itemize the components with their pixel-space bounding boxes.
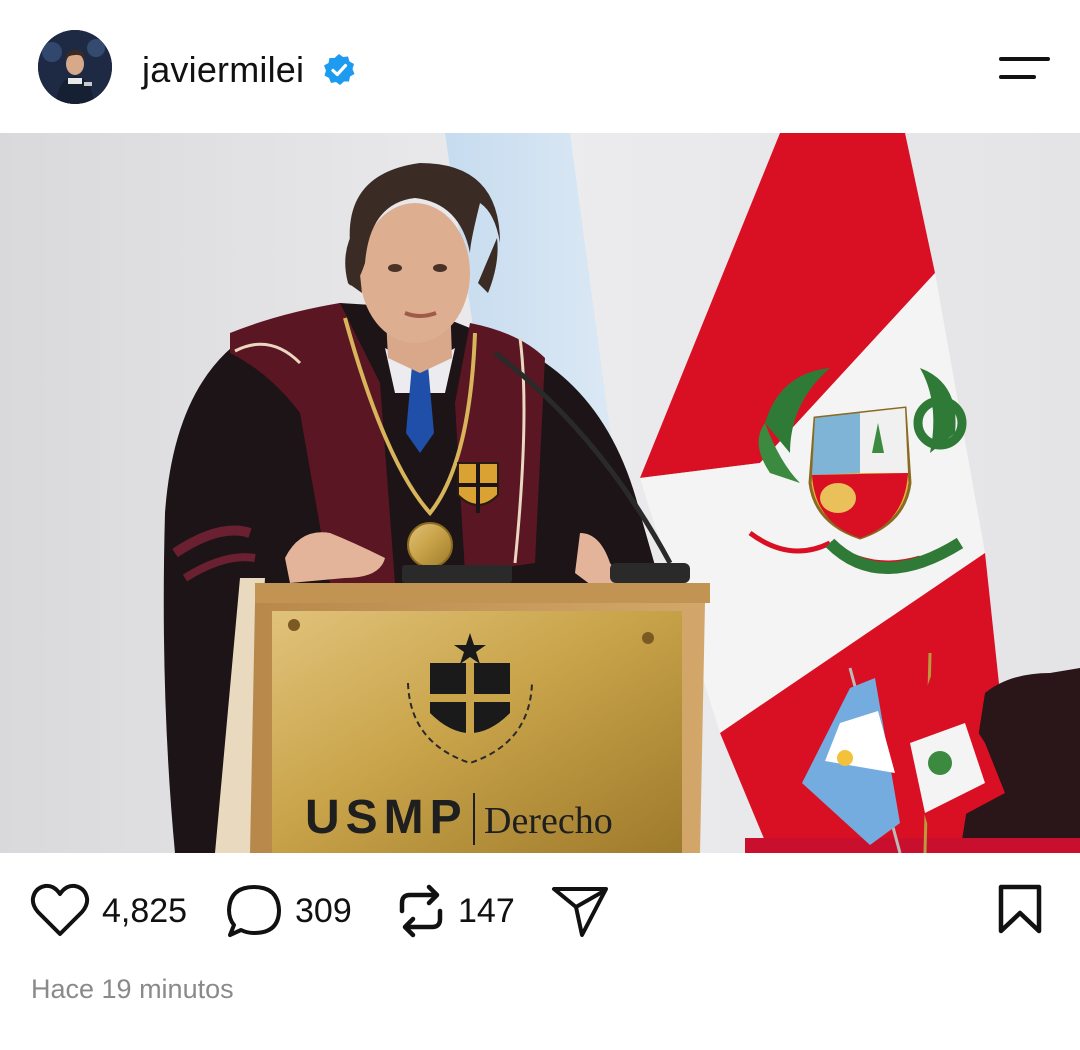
avatar[interactable] xyxy=(38,30,112,104)
heart-icon xyxy=(30,883,90,936)
action-bar: 4,825 309 147 xyxy=(0,853,1080,973)
send-icon xyxy=(552,887,608,937)
menu-icon[interactable] xyxy=(992,50,1054,90)
comment-button[interactable]: 309 xyxy=(225,881,352,941)
podium-text-derecho: Derecho xyxy=(484,800,613,842)
like-count: 4,825 xyxy=(102,892,188,930)
like-button[interactable]: 4,825 xyxy=(30,881,187,941)
comment-bubble-icon xyxy=(227,885,281,937)
post-photo-illustration: USMP Derecho xyxy=(0,133,1080,853)
repost-count: 147 xyxy=(458,892,515,930)
repost-icon xyxy=(399,884,443,938)
bookmark-icon[interactable] xyxy=(994,883,1046,935)
podium-text-usmp: USMP xyxy=(305,791,468,844)
repost-button[interactable]: 147 xyxy=(396,881,515,941)
verified-badge-icon xyxy=(324,54,355,85)
post-timestamp: Hace 19 minutos xyxy=(31,974,234,1004)
username[interactable]: javiermilei xyxy=(142,50,304,90)
comment-count: 309 xyxy=(295,892,352,930)
post-header: javiermilei xyxy=(0,0,1080,133)
share-button[interactable] xyxy=(550,881,610,941)
post-image[interactable]: USMP Derecho xyxy=(0,133,1080,853)
podium: USMP Derecho xyxy=(215,578,710,853)
avatar-image xyxy=(38,30,112,104)
